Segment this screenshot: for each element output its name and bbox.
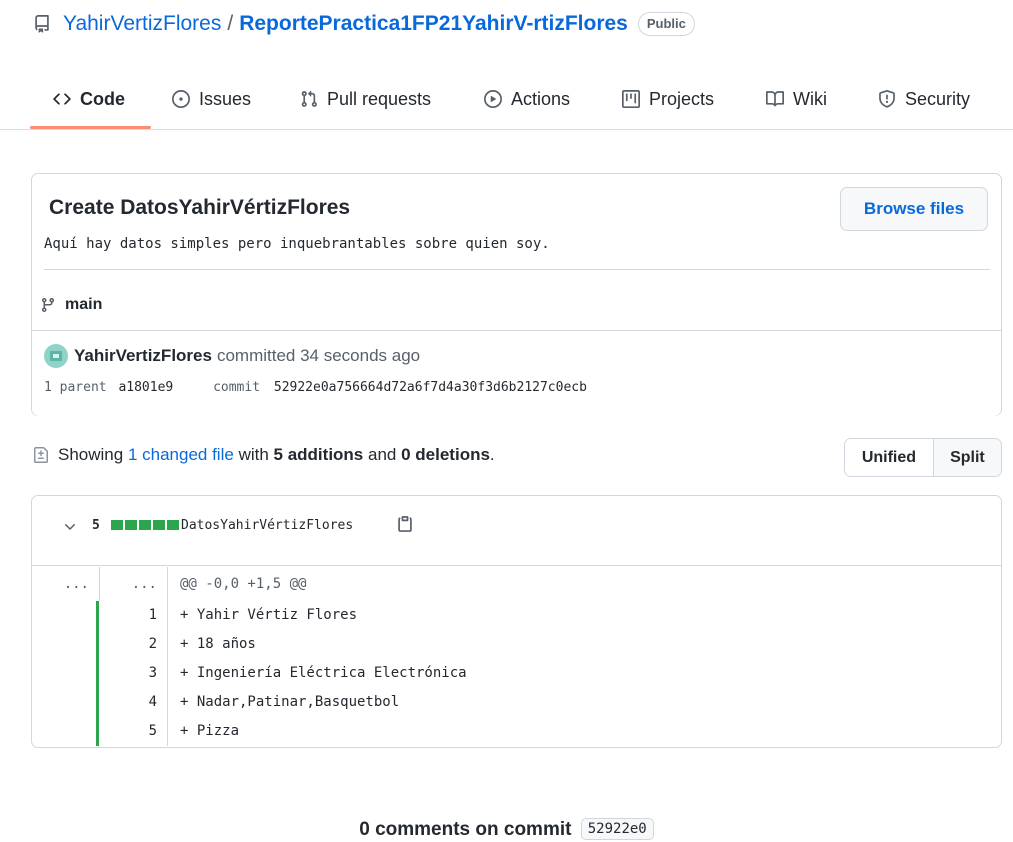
file-change-count: 5 [92, 518, 100, 533]
with-text: with [238, 445, 269, 464]
old-line-number [32, 601, 99, 630]
commit-details: Create DatosYahirVértizFlores Browse fil… [31, 173, 1002, 416]
sha-row: 1 parent a1801e9 commit 52922e0a756664d7… [44, 380, 587, 395]
parent-label: 1 parent [44, 380, 107, 395]
comments-commit-sha: 52922e0 [580, 818, 654, 840]
and-text: and [368, 445, 397, 464]
old-line-number [32, 688, 99, 717]
branch-name: main [65, 296, 103, 313]
hunk-expand-left[interactable]: ... [32, 567, 99, 601]
commit-label: commit [213, 380, 261, 395]
diff-line: 3 + Ingeniería Eléctrica Electrónica [32, 659, 1001, 688]
author-link[interactable]: YahirVertizFlores [74, 346, 212, 366]
repo-separator: / [227, 12, 234, 35]
tab-actions[interactable]: Actions [484, 84, 570, 114]
old-line-number [32, 717, 99, 746]
diff-line: 4 + Nadar,Patinar,Basquetbol [32, 688, 1001, 717]
line-content: + Ingeniería Eléctrica Electrónica [180, 665, 467, 681]
line-content: + Nadar,Patinar,Basquetbol [180, 694, 400, 710]
new-line-number[interactable]: 3 [99, 659, 168, 688]
line-content: + Yahir Vértiz Flores [180, 607, 358, 623]
issue-icon [172, 90, 190, 108]
tab-label: Wiki [793, 88, 827, 109]
diffstat-block [111, 520, 123, 530]
new-line-number[interactable]: 1 [99, 601, 168, 630]
tab-issues[interactable]: Issues [172, 84, 251, 114]
committed-time: committed 34 seconds ago [216, 346, 421, 365]
tab-label: Pull requests [327, 88, 432, 109]
old-line-number [32, 630, 99, 659]
diff-line: 5 + Pizza [32, 717, 1001, 746]
branch-link[interactable]: main [40, 296, 102, 314]
commit-description: Aquí hay datos simples pero inquebrantab… [44, 236, 550, 252]
commit-title: Create DatosYahirVértizFlores [49, 196, 351, 219]
pull-request-icon [300, 90, 318, 108]
parent-sha-link[interactable]: a1801e9 [118, 380, 173, 395]
active-tab-indicator [30, 126, 151, 129]
diff-body: ... ... @@ -0,0 +1,5 @@ 1 + Yahir Vértiz… [32, 567, 1001, 746]
diffstat-block [153, 520, 165, 530]
tab-security[interactable]: Security [878, 84, 970, 114]
changed-files-link[interactable]: 1 changed file [128, 445, 234, 465]
new-line-number[interactable]: 4 [99, 688, 168, 717]
branch-icon [40, 297, 56, 313]
unified-view-button[interactable]: Unified [845, 439, 934, 476]
project-icon [622, 90, 640, 108]
comments-label: 0 comments on commit [359, 819, 572, 840]
chevron-down-icon[interactable] [62, 519, 78, 535]
tab-pull-requests[interactable]: Pull requests [300, 84, 431, 114]
author-row: YahirVertizFlores committed 34 seconds a… [44, 344, 420, 368]
tab-label: Security [905, 88, 971, 109]
hunk-row: ... ... @@ -0,0 +1,5 @@ [32, 567, 1001, 601]
tab-label: Code [80, 88, 125, 109]
old-line-number [32, 659, 99, 688]
avatar[interactable] [44, 344, 68, 368]
visibility-badge: Public [637, 12, 695, 36]
hunk-header: @@ -0,0 +1,5 @@ [180, 576, 307, 592]
diff-summary: Showing 1 changed file with 5 additions … [33, 445, 495, 465]
deletions-count: 0 deletions [401, 445, 490, 464]
diffstat-blocks [111, 520, 179, 530]
diffstat-block [125, 520, 137, 530]
diff-line: 1 + Yahir Vértiz Flores [32, 601, 1001, 630]
comments-heading: 0 comments on commit 52922e0 [0, 818, 1013, 841]
period-text: . [489, 445, 495, 464]
diffstat-block [139, 520, 151, 530]
line-content: + 18 años [180, 636, 256, 652]
additions-count: 5 additions [273, 445, 364, 464]
diff-file: 5 DatosYahirVértizFlores ... ... @@ -0,0… [31, 495, 1002, 748]
code-icon [53, 90, 71, 108]
tab-wiki[interactable]: Wiki [766, 84, 827, 114]
tab-label: Issues [199, 88, 252, 109]
split-view-button[interactable]: Split [933, 439, 1001, 476]
tab-projects[interactable]: Projects [622, 84, 714, 114]
repo-header: YahirVertizFlores / ReportePractica1FP21… [33, 10, 695, 38]
tab-label: Projects [649, 88, 715, 109]
book-icon [766, 90, 784, 108]
tab-label: Actions [511, 88, 571, 109]
copy-icon[interactable] [396, 515, 414, 533]
showing-text: Showing [58, 445, 124, 464]
repo-icon [33, 15, 51, 33]
new-line-number[interactable]: 2 [99, 630, 168, 659]
play-icon [484, 90, 502, 108]
commit-meta: YahirVertizFlores committed 34 seconds a… [32, 330, 1001, 416]
commit-sha: 52922e0a756664d72a6f7d4a30f3d6b2127c0ecb [273, 380, 587, 395]
line-content: + Pizza [180, 723, 240, 739]
divider [44, 269, 990, 270]
diffstat-block [167, 520, 179, 530]
file-header: 5 DatosYahirVértizFlores [32, 496, 1001, 566]
diff-icon [33, 447, 49, 463]
browse-files-button[interactable]: Browse files [840, 187, 988, 231]
file-name-link[interactable]: DatosYahirVértizFlores [181, 518, 353, 533]
hunk-expand-right[interactable]: ... [99, 567, 168, 601]
repo-nav-tabs: Code Issues Pull requests Actions Projec… [0, 70, 1013, 130]
tab-code[interactable]: Code [53, 84, 125, 114]
shield-icon [878, 90, 896, 108]
diff-line: 2 + 18 años [32, 630, 1001, 659]
repo-owner-link[interactable]: YahirVertizFlores [63, 12, 221, 36]
diff-view-toggle: Unified Split [844, 438, 1002, 477]
new-line-number[interactable]: 5 [99, 717, 168, 746]
repo-name-link[interactable]: ReportePractica1FP21YahirV-rtizFlores [239, 12, 628, 36]
